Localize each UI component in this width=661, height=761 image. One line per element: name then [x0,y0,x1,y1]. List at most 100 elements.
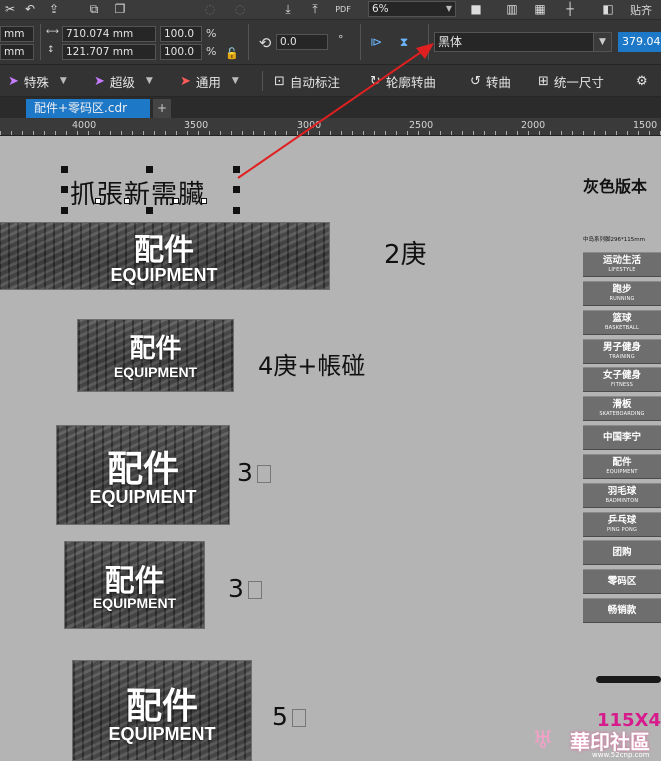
category-item[interactable]: 篮球 BASKETBALL [583,310,661,335]
export-icon[interactable]: ⇪ [44,0,64,18]
ruler-label: 4000 [72,120,97,131]
ruler-tick [44,131,45,135]
ruler-tick [506,131,507,135]
scale-width-field[interactable]: 100.0 [160,26,202,42]
selection-handle-bm[interactable] [146,207,153,214]
tool-special[interactable]: ➤ 特殊 ▼ [8,71,67,91]
quantity-label-text: 5 [272,702,288,731]
drawing-canvas[interactable]: 抓張新需臟 配件 EQUIPMENT 2庚 配件 EQUIPMENT 4庚+帳碰… [0,136,661,761]
tool-super[interactable]: ➤ 超级 ▼ [94,71,153,91]
copy-icon[interactable]: ❐ [110,0,130,18]
grid-icon[interactable]: ▦ [530,0,550,18]
tool-general[interactable]: ➤ 通用 ▼ [180,71,239,91]
tool-super-label: 超级 [109,74,135,90]
gear-icon: ⚙ [636,73,648,89]
banner-subtitle: EQUIPMENT [89,487,197,507]
node-handle[interactable] [201,198,207,204]
full-screen-icon[interactable]: ■ [466,0,486,18]
ruler-tick [616,131,617,135]
document-tabs: 配件+零码区.cdr + [0,97,661,118]
category-item[interactable]: 团购 [583,540,661,565]
category-item[interactable]: 运动生活 LIFESTYLE [583,252,661,277]
snap-label[interactable]: 贴齐 [630,2,652,18]
rotation-field[interactable]: 0.0 [276,34,328,50]
category-item[interactable]: 女子健身 FITNESS [583,367,661,392]
zoom-field[interactable]: 6% ▼ [368,1,456,17]
scale-height-field[interactable]: 100.0 [160,44,202,60]
selection-handle-bl[interactable] [61,207,68,214]
banner-equipment-3[interactable]: 配件 EQUIPMENT [56,425,230,525]
undo-icon[interactable]: ↶ [20,0,40,18]
lock-ratio-icon[interactable]: 🔓 [222,44,242,62]
category-item[interactable]: 中国李宁 [583,425,661,450]
ruler-tick [121,131,122,135]
banner-equipment-1[interactable]: 配件 EQUIPMENT [0,222,330,290]
add-tab-button[interactable]: + [153,99,171,118]
ruler-label: 2000 [521,120,546,131]
banner-equipment-5[interactable]: 配件 EQUIPMENT [72,660,252,761]
tool-convert-curve[interactable]: ↺ 转曲 [470,71,511,91]
selection-handle-ml[interactable] [61,186,68,193]
ruler-tick [187,131,188,135]
selection-handle-tl[interactable] [61,166,68,173]
font-size-field[interactable]: 379.048 [618,32,661,52]
category-item[interactable]: 羽毛球 BADMINTON [583,483,661,508]
rulers-icon[interactable]: ▥ [502,0,522,18]
ruler-tick [572,131,573,135]
height-field[interactable]: 121.707 mm [62,44,156,60]
node-handle[interactable] [173,198,179,204]
tab-document[interactable]: 配件+零码区.cdr [26,99,150,118]
tool-outline-to-curve[interactable]: ↻ 轮廓转曲 [370,71,436,91]
font-family-field[interactable]: 黑体 ▼ [434,32,612,52]
disabled-circle-icon-2: ◌ [234,2,246,16]
selection-handle-br[interactable] [233,207,240,214]
category-item[interactable]: 滑板 SKATEBOARDING [583,396,661,421]
category-item[interactable]: 乒乓球 PING PONG [583,512,661,537]
snap-icon[interactable]: ◧ [598,0,618,18]
category-item[interactable]: 配件 EQUIPMENT [583,454,661,479]
x-position-field[interactable]: mm [0,26,34,42]
width-icon: ⟷ [46,27,59,37]
category-item[interactable]: 男子健身 TRAINING [583,339,661,364]
category-item[interactable]: 零码区 [583,569,661,594]
ruler-tick [517,131,518,135]
selected-text[interactable]: 抓張新需臟 [70,174,205,211]
node-handle[interactable] [124,198,130,204]
quantity-label: 2庚 [384,240,427,270]
ruler-tick [528,131,529,135]
horizontal-ruler[interactable]: 4000 3500 3000 2500 2000 1500 [0,118,661,136]
selection-handle-tm[interactable] [146,166,153,173]
group-icon[interactable]: ⧉ [84,0,104,18]
export-file-icon[interactable]: ⤒ [305,0,325,18]
category-item[interactable]: 畅销款 [583,598,661,623]
height-icon: ↕ [47,45,55,55]
pdf-icon[interactable]: PDF [333,0,353,18]
banner-subtitle: EQUIPMENT [108,724,216,744]
selection-handle-tr[interactable] [233,166,240,173]
watermark-logo-icon: ♅ [532,726,554,754]
ruler-tick [11,131,12,135]
import-icon[interactable]: ⤓ [278,0,298,18]
banner-equipment-2[interactable]: 配件 EQUIPMENT [77,319,234,392]
category-cn-label: 篮球 [612,313,632,324]
ruler-tick [297,131,298,135]
x-unit: mm [4,28,25,40]
category-item[interactable]: 跑步 RUNNING [583,281,661,306]
mirror-horizontal-icon[interactable]: ⧐ [366,33,386,51]
y-position-field[interactable]: mm [0,44,34,60]
cut-icon[interactable]: ✂ [0,0,20,18]
ruler-tick [0,131,1,135]
tool-settings[interactable]: ⚙ [636,71,648,91]
tool-unify-size[interactable]: ⊞ 统一尺寸 [538,71,604,91]
font-dropdown-icon[interactable]: ▼ [593,33,611,51]
mirror-vertical-icon[interactable]: ⧗ [394,33,414,51]
magic-pen-icon: ➤ [8,73,19,89]
selection-handle-mr[interactable] [233,186,240,193]
guides-icon[interactable]: ┼ [560,0,580,18]
tool-auto-dimension[interactable]: ⊡ 自动标注 [274,71,340,91]
ruler-tick [55,131,56,135]
banner-equipment-4[interactable]: 配件 EQUIPMENT [64,541,205,629]
ruler-tick [308,131,309,135]
width-field[interactable]: 710.074 mm [62,26,156,42]
node-handle[interactable] [95,198,101,204]
